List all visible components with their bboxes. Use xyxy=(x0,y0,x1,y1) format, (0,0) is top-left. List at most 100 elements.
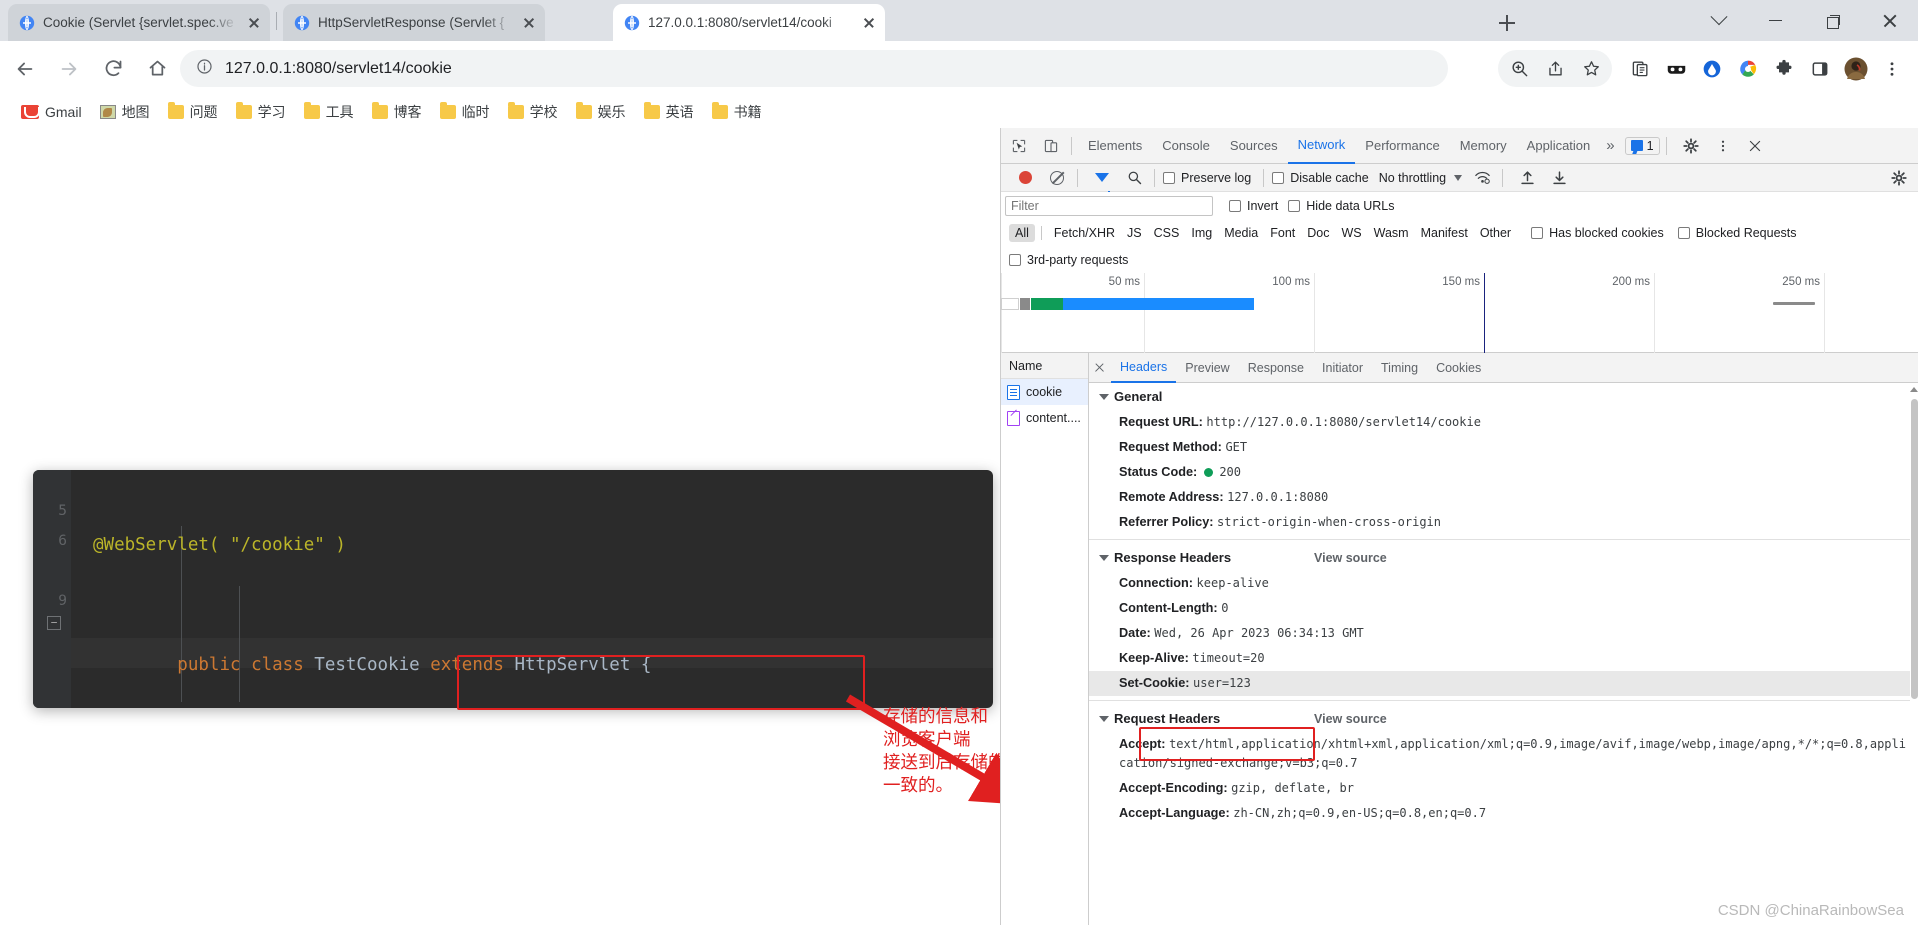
clear-button[interactable] xyxy=(1043,164,1071,192)
invert-checkbox[interactable]: Invert xyxy=(1229,199,1278,213)
scroll-thumb[interactable] xyxy=(1911,399,1918,699)
detail-tab-response[interactable]: Response xyxy=(1239,353,1313,383)
third-party-requests-checkbox[interactable]: 3rd-party requests xyxy=(1009,253,1128,267)
browser-tab-3-close-icon[interactable] xyxy=(861,15,877,31)
export-har-icon[interactable] xyxy=(1545,164,1573,192)
new-tab-button[interactable] xyxy=(1493,9,1521,37)
bookmark-folder-school[interactable]: 学校 xyxy=(499,99,567,125)
request-row-cookie[interactable]: cookie xyxy=(1001,379,1088,405)
filter-input[interactable]: Filter xyxy=(1005,195,1213,216)
device-toolbar-icon[interactable] xyxy=(1037,132,1065,160)
minimize-button[interactable] xyxy=(1747,0,1804,41)
devtools-tab-performance[interactable]: Performance xyxy=(1355,128,1449,164)
section-general-header[interactable]: General xyxy=(1089,383,1918,410)
disable-cache-checkbox[interactable]: Disable cache xyxy=(1272,171,1369,185)
browser-tab-2-close-icon[interactable] xyxy=(521,15,537,31)
browser-tab-1[interactable]: Cookie (Servlet {servlet.spec.ve xyxy=(8,4,270,41)
devtools-tab-memory[interactable]: Memory xyxy=(1450,128,1517,164)
checkbox-box[interactable] xyxy=(1272,171,1285,184)
funnel-icon[interactable] xyxy=(1088,164,1116,196)
drop-icon[interactable] xyxy=(1694,51,1730,87)
request-row-content[interactable]: content.... xyxy=(1001,405,1088,431)
type-filter-fetch-xhr[interactable]: Fetch/XHR xyxy=(1048,224,1121,242)
glasses-icon[interactable] xyxy=(1658,51,1694,87)
checkbox-box[interactable] xyxy=(1288,199,1301,212)
detail-tab-preview[interactable]: Preview xyxy=(1176,353,1238,383)
bookmark-folder-questions[interactable]: 问题 xyxy=(159,99,227,125)
detail-tab-timing[interactable]: Timing xyxy=(1372,353,1427,383)
type-filter-font[interactable]: Font xyxy=(1264,224,1301,242)
code-fold-toggle[interactable]: − xyxy=(47,616,61,630)
zoom-icon[interactable] xyxy=(1501,51,1537,87)
bookmark-folder-temp[interactable]: 临时 xyxy=(431,99,499,125)
blocked-requests-checkbox[interactable]: Blocked Requests xyxy=(1677,226,1797,240)
record-button[interactable] xyxy=(1011,164,1039,192)
checkbox-box[interactable] xyxy=(1163,171,1175,184)
checkbox-box[interactable] xyxy=(1229,199,1241,212)
puzzle-icon[interactable] xyxy=(1766,51,1802,87)
type-filter-img[interactable]: Img xyxy=(1185,224,1218,242)
devtools-tab-overflow[interactable]: » xyxy=(1600,128,1620,164)
type-filter-other[interactable]: Other xyxy=(1474,224,1517,242)
browser-tab-3[interactable]: 127.0.0.1:8080/servlet14/cooki xyxy=(613,4,885,41)
browser-tab-2[interactable]: HttpServletResponse (Servlet { xyxy=(283,4,545,41)
view-source-link-request[interactable]: View source xyxy=(1314,712,1387,726)
console-message-badge[interactable]: 1 xyxy=(1624,136,1660,155)
copy-icon[interactable] xyxy=(1622,51,1658,87)
type-filter-js[interactable]: JS xyxy=(1121,224,1148,242)
preserve-log-checkbox[interactable]: Preserve log xyxy=(1163,171,1251,185)
import-har-icon[interactable] xyxy=(1513,164,1541,192)
checkbox-box[interactable] xyxy=(1677,227,1690,239)
network-overview-timeline[interactable]: 50 ms 100 ms 150 ms 200 ms 250 ms xyxy=(1001,273,1918,353)
inspect-element-icon[interactable] xyxy=(1005,132,1033,160)
close-window-button[interactable] xyxy=(1861,0,1918,41)
bookmark-folder-blog[interactable]: 博客 xyxy=(363,99,431,125)
type-filter-manifest[interactable]: Manifest xyxy=(1415,224,1474,242)
hide-data-urls-checkbox[interactable]: Hide data URLs xyxy=(1288,199,1395,213)
devtools-tab-network[interactable]: Network xyxy=(1287,128,1356,164)
star-icon[interactable] xyxy=(1573,51,1609,87)
address-bar-input[interactable]: 127.0.0.1:8080/servlet14/cookie xyxy=(225,60,452,78)
throttle-wifi-icon[interactable] xyxy=(1468,164,1496,192)
reload-icon[interactable] xyxy=(94,50,132,88)
browser-tab-1-close-icon[interactable] xyxy=(246,15,262,31)
bookmark-folder-tools[interactable]: 工具 xyxy=(295,99,363,125)
headers-body[interactable]: General Request URL: http://127.0.0.1:80… xyxy=(1089,383,1918,925)
info-circle-icon[interactable] xyxy=(196,58,213,80)
home-icon[interactable] xyxy=(138,50,176,88)
detail-close-icon[interactable] xyxy=(1089,353,1111,383)
detail-tab-headers[interactable]: Headers xyxy=(1111,353,1177,383)
devtools-close-icon[interactable] xyxy=(1741,132,1769,160)
section-response-headers-header[interactable]: Response Headers View source xyxy=(1089,544,1918,571)
forward-arrow-icon[interactable] xyxy=(50,50,88,88)
color-ring-icon[interactable] xyxy=(1730,51,1766,87)
kebab-icon[interactable] xyxy=(1874,51,1910,87)
address-bar[interactable]: 127.0.0.1:8080/servlet14/cookie xyxy=(180,50,1448,87)
devtools-tab-application[interactable]: Application xyxy=(1517,128,1601,164)
bookmark-folder-books[interactable]: 书籍 xyxy=(703,99,771,125)
checkbox-box[interactable] xyxy=(1009,254,1021,266)
bookmark-maps[interactable]: 地图 xyxy=(91,99,159,125)
devtools-tab-elements[interactable]: Elements xyxy=(1078,128,1152,164)
detail-tab-cookies[interactable]: Cookies xyxy=(1427,353,1490,383)
avatar[interactable] xyxy=(1838,51,1874,87)
detail-tab-initiator[interactable]: Initiator xyxy=(1313,353,1372,383)
network-settings-gear-icon[interactable] xyxy=(1885,164,1913,192)
type-filter-doc[interactable]: Doc xyxy=(1301,224,1335,242)
type-filter-media[interactable]: Media xyxy=(1218,224,1264,242)
devtools-kebab-icon[interactable] xyxy=(1709,132,1737,160)
settings-gear-icon[interactable] xyxy=(1677,132,1705,160)
type-filter-all[interactable]: All xyxy=(1009,224,1035,242)
maximize-restore-button[interactable] xyxy=(1804,0,1861,41)
bookmark-folder-english[interactable]: 英语 xyxy=(635,99,703,125)
headers-scrollbar[interactable] xyxy=(1910,385,1918,925)
has-blocked-cookies-checkbox[interactable]: Has blocked cookies xyxy=(1531,226,1664,240)
checkbox-box[interactable] xyxy=(1531,227,1544,239)
view-source-link-response[interactable]: View source xyxy=(1314,551,1387,565)
type-filter-ws[interactable]: WS xyxy=(1335,224,1367,242)
share-icon[interactable] xyxy=(1537,51,1573,87)
throttling-select[interactable]: No throttling xyxy=(1379,171,1463,185)
type-filter-wasm[interactable]: Wasm xyxy=(1368,224,1415,242)
devtools-tab-sources[interactable]: Sources xyxy=(1220,128,1288,164)
bookmark-folder-entertainment[interactable]: 娱乐 xyxy=(567,99,635,125)
